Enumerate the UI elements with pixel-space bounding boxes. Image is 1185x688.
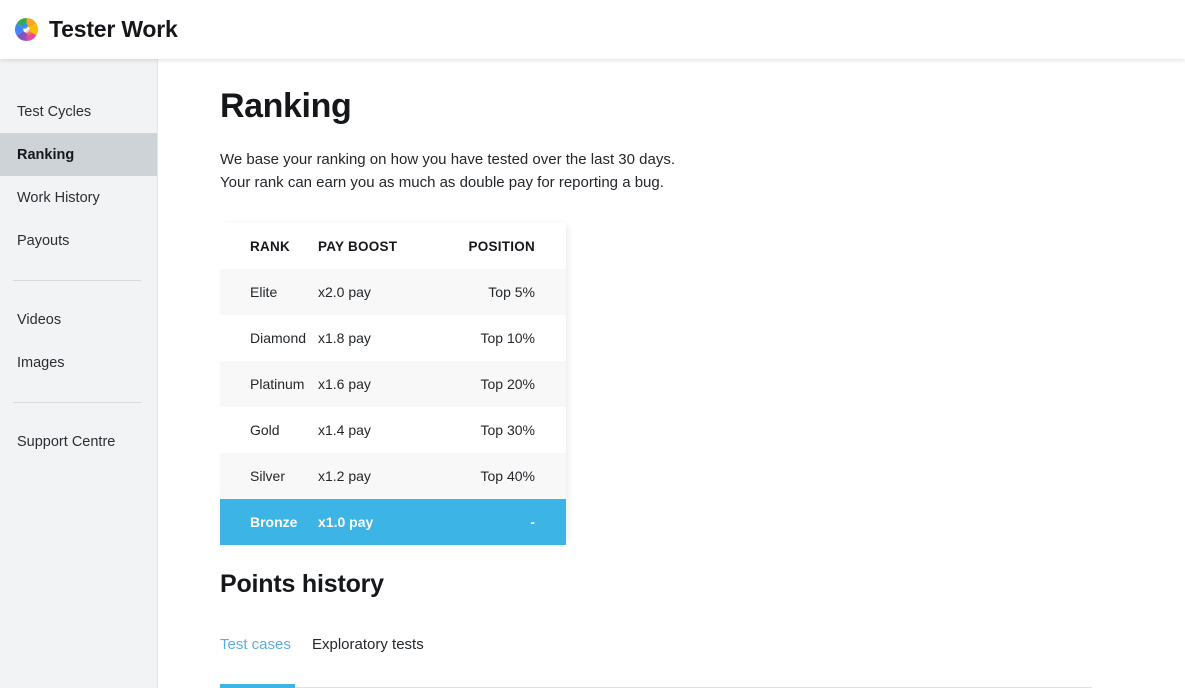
- cell-pay-boost: x1.6 pay: [318, 376, 371, 392]
- sidebar-item-payouts[interactable]: Payouts: [0, 219, 157, 262]
- points-history-tabs: Test cases Exploratory tests: [220, 636, 1092, 688]
- sidebar-divider-2: [13, 402, 141, 403]
- sidebar-item-images[interactable]: Images: [0, 341, 157, 384]
- cell-pay-boost: x1.8 pay: [318, 330, 371, 346]
- tab-test-cases[interactable]: Test cases: [220, 636, 291, 671]
- table-row[interactable]: Platinum x1.6 pay Top 20%: [220, 361, 566, 407]
- ranking-description-line-1: We base your ranking on how you have tes…: [220, 151, 675, 168]
- main-content: Ranking We base your ranking on how you …: [159, 59, 1185, 688]
- pinwheel-logo-icon: [14, 17, 39, 42]
- column-header-rank: RANK: [250, 238, 290, 254]
- app-header: Tester Work: [0, 0, 1185, 59]
- cell-position: Top 20%: [480, 376, 535, 392]
- column-header-pay-boost: PAY BOOST: [318, 238, 398, 254]
- table-row[interactable]: Gold x1.4 pay Top 30%: [220, 407, 566, 453]
- ranking-description: We base your ranking on how you have tes…: [220, 148, 675, 194]
- sidebar-primary-group: Test Cycles Ranking Work History Payouts: [0, 59, 157, 262]
- cell-rank: Bronze: [250, 514, 298, 530]
- sidebar-item-label: Videos: [17, 311, 62, 328]
- tab-label: Exploratory tests: [312, 636, 424, 653]
- cell-position: Top 5%: [488, 284, 535, 300]
- cell-rank: Diamond: [250, 330, 307, 346]
- sidebar-item-videos[interactable]: Videos: [0, 298, 157, 341]
- cell-rank: Gold: [250, 422, 280, 438]
- cell-position: Top 30%: [480, 422, 535, 438]
- cell-position: -: [530, 514, 535, 530]
- cell-rank: Elite: [250, 284, 278, 300]
- sidebar-item-label: Support Centre: [17, 433, 116, 450]
- sidebar-item-label: Payouts: [17, 232, 70, 249]
- cell-rank: Silver: [250, 468, 286, 484]
- cell-pay-boost: x1.4 pay: [318, 422, 371, 438]
- tab-label: Test cases: [220, 636, 291, 653]
- sidebar-item-label: Images: [17, 354, 65, 371]
- table-row[interactable]: Silver x1.2 pay Top 40%: [220, 453, 566, 499]
- active-tab-underline: [220, 684, 295, 688]
- sidebar-item-label: Ranking: [17, 146, 75, 163]
- sidebar-media-group: Videos Images: [0, 298, 157, 384]
- sidebar-item-label: Test Cycles: [17, 103, 92, 120]
- column-header-position: POSITION: [468, 238, 535, 254]
- cell-position: Top 40%: [480, 468, 535, 484]
- sidebar-support-group: Support Centre: [0, 420, 157, 463]
- ranking-description-line-2: Your rank can earn you as much as double…: [220, 174, 664, 191]
- sidebar-item-support-centre[interactable]: Support Centre: [0, 420, 157, 463]
- sidebar-item-ranking[interactable]: Ranking: [0, 133, 157, 176]
- brand-name: Tester Work: [49, 16, 178, 42]
- cell-pay-boost: x1.0 pay: [318, 514, 374, 530]
- tab-exploratory-tests[interactable]: Exploratory tests: [312, 636, 424, 671]
- brand[interactable]: Tester Work: [14, 16, 178, 43]
- table-row-current-rank[interactable]: Bronze x1.0 pay -: [220, 499, 566, 545]
- sidebar-item-work-history[interactable]: Work History: [0, 176, 157, 219]
- points-history-title: Points history: [220, 570, 384, 598]
- table-row[interactable]: Elite x2.0 pay Top 5%: [220, 269, 566, 315]
- sidebar-item-test-cycles[interactable]: Test Cycles: [0, 90, 157, 133]
- cell-position: Top 10%: [480, 330, 535, 346]
- sidebar: Test Cycles Ranking Work History Payouts…: [0, 59, 158, 688]
- sidebar-item-label: Work History: [17, 189, 100, 206]
- cell-pay-boost: x1.2 pay: [318, 468, 371, 484]
- cell-pay-boost: x2.0 pay: [318, 284, 371, 300]
- table-row[interactable]: Diamond x1.8 pay Top 10%: [220, 315, 566, 361]
- rank-table: RANK PAY BOOST POSITION Elite x2.0 pay T…: [220, 223, 566, 545]
- page-title: Ranking: [220, 87, 352, 125]
- sidebar-divider-1: [13, 280, 141, 281]
- rank-table-header-row: RANK PAY BOOST POSITION: [220, 223, 566, 269]
- cell-rank: Platinum: [250, 376, 305, 392]
